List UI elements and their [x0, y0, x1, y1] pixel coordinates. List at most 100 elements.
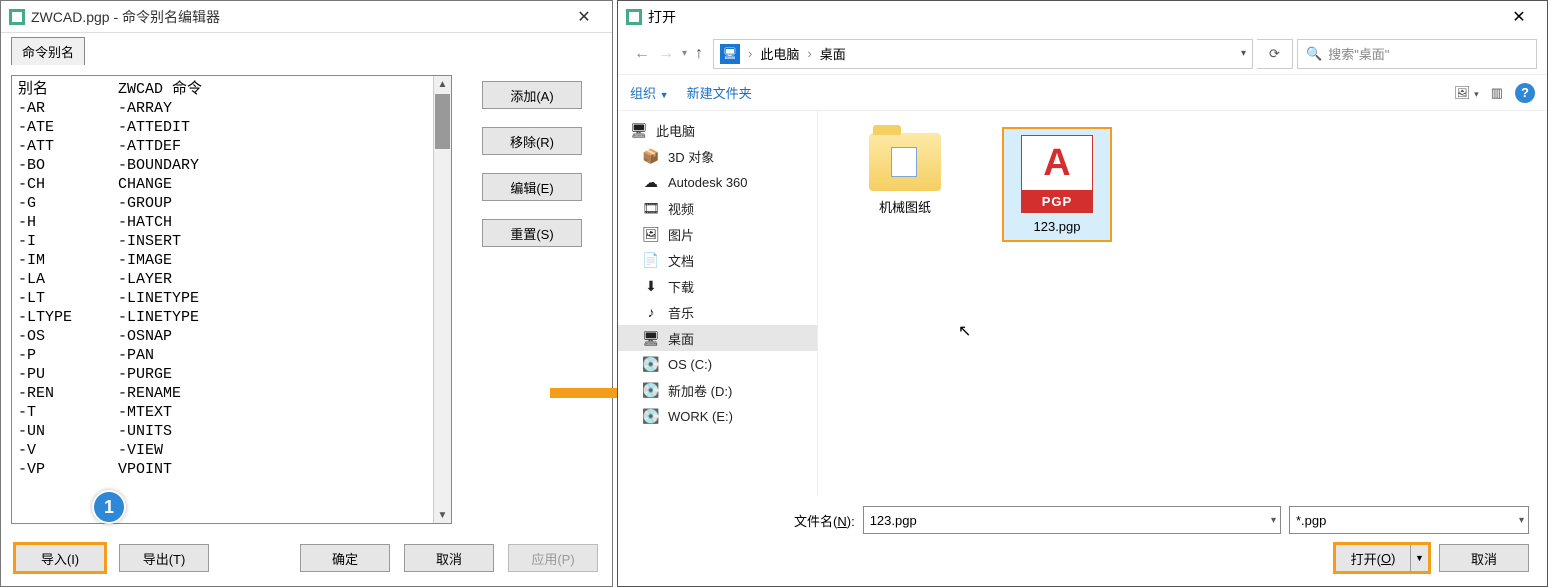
open-dropdown-icon[interactable]: ▼ — [1410, 545, 1428, 571]
file-item-pgp[interactable]: A PGP 123.pgp — [1002, 127, 1112, 242]
organize-menu[interactable]: 组织 ▼ — [630, 83, 669, 102]
close-icon[interactable]: ✕ — [1499, 7, 1539, 27]
scroll-thumb[interactable] — [435, 94, 450, 149]
reset-button[interactable]: 重置(S) — [482, 219, 582, 247]
edit-button[interactable]: 编辑(E) — [482, 173, 582, 201]
cancel-open-button[interactable]: 取消 — [1439, 544, 1529, 572]
sidebar-item[interactable]: ⬇下载 — [618, 273, 817, 299]
table-row[interactable]: -BO-BOUNDARY — [18, 156, 427, 175]
table-row[interactable]: -LT-LINETYPE — [18, 289, 427, 308]
view-details-icon[interactable]: ▥ — [1491, 85, 1503, 101]
files-area[interactable]: 机械图纸 A PGP 123.pgp ↖ — [818, 111, 1547, 496]
filename-label: 文件名(N): — [794, 511, 855, 530]
pc-icon: 🖥 — [720, 44, 740, 64]
import-button[interactable]: 导入(I) — [15, 544, 105, 572]
open-button[interactable]: 打开(O) ▼ — [1335, 544, 1429, 572]
folder-item[interactable]: 机械图纸 — [850, 127, 960, 222]
nav-forward-icon: → — [658, 45, 674, 63]
apply-button: 应用(P) — [508, 544, 598, 572]
sidebar-icon: ♪ — [642, 303, 660, 321]
sidebar-icon: 💽 — [642, 355, 660, 373]
sidebar-item[interactable]: ♪音乐 — [618, 299, 817, 325]
search-icon: 🔍 — [1306, 46, 1322, 62]
sidebar-item[interactable]: 🎞视频 — [618, 195, 817, 221]
table-row[interactable]: -ATT-ATTDEF — [18, 137, 427, 156]
new-folder-button[interactable]: 新建文件夹 — [687, 83, 752, 102]
sidebar-item[interactable]: 📦3D 对象 — [618, 143, 817, 169]
sidebar-item[interactable]: 💽OS (C:) — [618, 351, 817, 377]
breadcrumb-root[interactable]: 此电脑 — [760, 44, 799, 63]
alias-list[interactable]: 别名 ZWCAD 命令 -AR-ARRAY-ATE-ATTEDIT-ATT-AT… — [11, 75, 452, 524]
file-label: 123.pgp — [1034, 219, 1081, 234]
sidebar-tree[interactable]: 🖥此电脑📦3D 对象☁Autodesk 360🎞视频🖼图片📄文档⬇下载♪音乐🖥桌… — [618, 111, 818, 496]
sidebar-item[interactable]: 💽新加卷 (D:) — [618, 377, 817, 403]
table-row[interactable]: -V-VIEW — [18, 441, 427, 460]
table-row[interactable]: -IM-IMAGE — [18, 251, 427, 270]
help-icon[interactable]: ? — [1515, 83, 1535, 103]
table-row[interactable]: -VPVPOINT — [18, 460, 427, 479]
cursor-icon: ↖ — [958, 321, 971, 341]
breadcrumb-folder[interactable]: 桌面 — [820, 44, 846, 63]
table-row[interactable]: -LA-LAYER — [18, 270, 427, 289]
scroll-up-icon[interactable]: ▲ — [434, 76, 451, 92]
nav-up-icon[interactable]: ↑ — [695, 45, 703, 63]
sidebar-item[interactable]: 🖥桌面 — [618, 325, 817, 351]
filter-combo[interactable]: *.pgp▾ — [1289, 506, 1529, 534]
col-cmd-header: ZWCAD 命令 — [118, 80, 427, 99]
breadcrumb[interactable]: 🖥 此电脑 桌面 ▾ — [713, 39, 1253, 69]
table-row[interactable]: -I-INSERT — [18, 232, 427, 251]
sidebar-icon: 🖥 — [630, 121, 648, 139]
table-row[interactable]: -P-PAN — [18, 346, 427, 365]
tab-row: 命令别名 — [1, 33, 612, 65]
left-title: ZWCAD.pgp - 命令别名编辑器 — [31, 7, 220, 27]
right-titlebar: 打开 ✕ — [618, 1, 1547, 33]
table-row[interactable]: -UN-UNITS — [18, 422, 427, 441]
folder-label: 机械图纸 — [879, 197, 931, 216]
table-row[interactable]: -REN-RENAME — [18, 384, 427, 403]
sidebar-icon: 📄 — [642, 251, 660, 269]
tab-alias[interactable]: 命令别名 — [11, 37, 85, 65]
left-titlebar: ZWCAD.pgp - 命令别名编辑器 ✕ — [1, 1, 612, 33]
table-row[interactable]: -OS-OSNAP — [18, 327, 427, 346]
table-row[interactable]: -G-GROUP — [18, 194, 427, 213]
sidebar-item[interactable]: 🖼图片 — [618, 221, 817, 247]
scroll-down-icon[interactable]: ▼ — [434, 507, 451, 523]
nav-back-icon[interactable]: ← — [634, 45, 650, 63]
export-button[interactable]: 导出(T) — [119, 544, 209, 572]
nav-recent-icon[interactable]: ▾ — [682, 48, 687, 59]
table-row[interactable]: -T-MTEXT — [18, 403, 427, 422]
table-row[interactable]: -PU-PURGE — [18, 365, 427, 384]
pgp-file-icon: A PGP — [1021, 135, 1093, 213]
search-input[interactable]: 🔍 搜索"桌面" — [1297, 39, 1537, 69]
sidebar-icon: 🎞 — [642, 199, 660, 217]
breadcrumb-dropdown-icon[interactable]: ▾ — [1241, 48, 1246, 59]
right-title: 打开 — [648, 7, 676, 27]
cancel-button[interactable]: 取消 — [404, 544, 494, 572]
table-row[interactable]: -H-HATCH — [18, 213, 427, 232]
sidebar-item[interactable]: 🖥此电脑 — [618, 117, 817, 143]
add-button[interactable]: 添加(A) — [482, 81, 582, 109]
sidebar-icon: 💽 — [642, 381, 660, 399]
table-row[interactable]: -AR-ARRAY — [18, 99, 427, 118]
view-thumbnails-icon[interactable]: 🖼 ▾ — [1454, 85, 1479, 101]
sidebar-icon: 🖼 — [642, 225, 660, 243]
sidebar-item[interactable]: 💽WORK (E:) — [618, 403, 817, 429]
app-icon — [9, 9, 25, 25]
sidebar-icon: 💽 — [642, 407, 660, 425]
folder-icon — [869, 133, 941, 191]
table-row[interactable]: -ATE-ATTEDIT — [18, 118, 427, 137]
col-alias-header: 别名 — [18, 80, 118, 99]
sidebar-icon: ⬇ — [642, 277, 660, 295]
close-icon[interactable]: ✕ — [564, 7, 604, 27]
sidebar-item[interactable]: 📄文档 — [618, 247, 817, 273]
table-row[interactable]: -CHCHANGE — [18, 175, 427, 194]
remove-button[interactable]: 移除(R) — [482, 127, 582, 155]
scrollbar[interactable]: ▲ ▼ — [433, 76, 451, 523]
filename-input[interactable]: 123.pgp▾ — [863, 506, 1281, 534]
sidebar-item[interactable]: ☁Autodesk 360 — [618, 169, 817, 195]
ok-button[interactable]: 确定 — [300, 544, 390, 572]
sidebar-icon: 🖥 — [642, 329, 660, 347]
refresh-icon[interactable]: ⟳ — [1257, 39, 1293, 69]
table-row[interactable]: -LTYPE-LINETYPE — [18, 308, 427, 327]
annotation-1: 1 — [92, 490, 126, 524]
